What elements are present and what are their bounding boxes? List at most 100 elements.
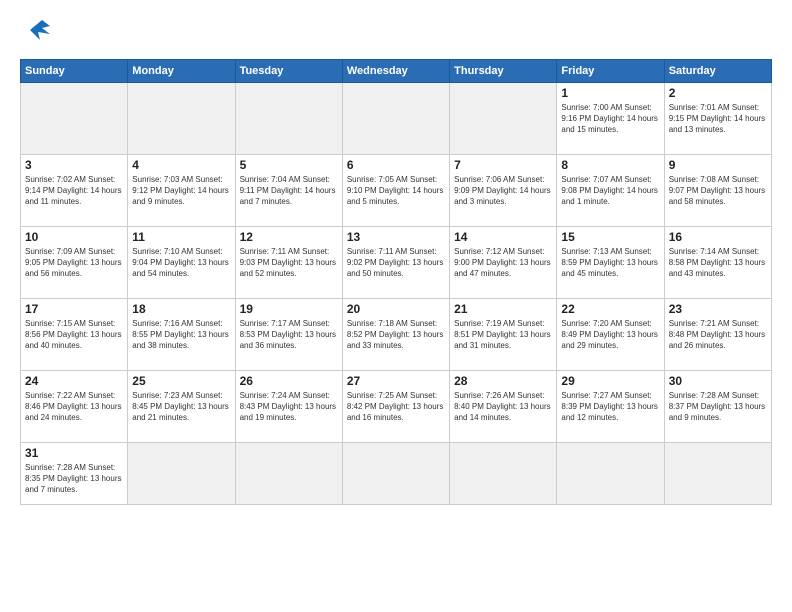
- calendar-cell: 19 Sunrise: 7:17 AM Sunset: 8:53 PM Dayli…: [235, 299, 342, 371]
- calendar-cell: 2Sunrise: 7:01 AM Sunset: 9:15 PM Daylig…: [664, 83, 771, 155]
- day-number: 26: [240, 374, 338, 388]
- weekday-header-friday: Friday: [557, 60, 664, 83]
- calendar-cell: 26 Sunrise: 7:24 AM Sunset: 8:43 PM Dayli…: [235, 371, 342, 443]
- calendar-cell: 29 Sunrise: 7:27 AM Sunset: 8:39 PM Dayli…: [557, 371, 664, 443]
- day-number: 11: [132, 230, 230, 244]
- day-info: Sunrise: 7:11 AM Sunset: 9:02 PM Dayligh…: [347, 246, 445, 280]
- calendar-cell: 10Sunrise: 7:09 AM Sunset: 9:05 PM Dayli…: [21, 227, 128, 299]
- calendar-cell: 13 Sunrise: 7:11 AM Sunset: 9:02 PM Dayli…: [342, 227, 449, 299]
- day-number: 4: [132, 158, 230, 172]
- calendar-cell: 4 Sunrise: 7:03 AM Sunset: 9:12 PM Daylig…: [128, 155, 235, 227]
- calendar-cell: 15 Sunrise: 7:13 AM Sunset: 8:59 PM Dayli…: [557, 227, 664, 299]
- calendar-cell: 16Sunrise: 7:14 AM Sunset: 8:58 PM Dayli…: [664, 227, 771, 299]
- calendar-week-row: 24 Sunrise: 7:22 AM Sunset: 8:46 PM Dayli…: [21, 371, 772, 443]
- calendar-cell: 21Sunrise: 7:19 AM Sunset: 8:51 PM Dayli…: [450, 299, 557, 371]
- day-info: Sunrise: 7:21 AM Sunset: 8:48 PM Dayligh…: [669, 318, 767, 352]
- weekday-header-row: SundayMondayTuesdayWednesdayThursdayFrid…: [21, 60, 772, 83]
- calendar-cell: 8 Sunrise: 7:07 AM Sunset: 9:08 PM Daylig…: [557, 155, 664, 227]
- day-number: 8: [561, 158, 659, 172]
- calendar-week-row: 31 Sunrise: 7:28 AM Sunset: 8:35 PM Dayli…: [21, 443, 772, 505]
- weekday-header-thursday: Thursday: [450, 60, 557, 83]
- day-info: Sunrise: 7:26 AM Sunset: 8:40 PM Dayligh…: [454, 390, 552, 424]
- calendar-cell: 30 Sunrise: 7:28 AM Sunset: 8:37 PM Dayli…: [664, 371, 771, 443]
- day-number: 23: [669, 302, 767, 316]
- calendar-cell: 11Sunrise: 7:10 AM Sunset: 9:04 PM Dayli…: [128, 227, 235, 299]
- calendar-cell: [235, 443, 342, 505]
- calendar-cell: 31 Sunrise: 7:28 AM Sunset: 8:35 PM Dayli…: [21, 443, 128, 505]
- calendar-cell: 27 Sunrise: 7:25 AM Sunset: 8:42 PM Dayli…: [342, 371, 449, 443]
- day-info: Sunrise: 7:27 AM Sunset: 8:39 PM Dayligh…: [561, 390, 659, 424]
- day-info: Sunrise: 7:19 AM Sunset: 8:51 PM Dayligh…: [454, 318, 552, 352]
- day-number: 31: [25, 446, 123, 460]
- calendar-cell: [342, 83, 449, 155]
- day-info: Sunrise: 7:14 AM Sunset: 8:58 PM Dayligh…: [669, 246, 767, 280]
- calendar-cell: 9Sunrise: 7:08 AM Sunset: 9:07 PM Daylig…: [664, 155, 771, 227]
- logo-bird-icon: [22, 16, 54, 44]
- header: [20, 16, 772, 49]
- day-number: 6: [347, 158, 445, 172]
- day-info: Sunrise: 7:22 AM Sunset: 8:46 PM Dayligh…: [25, 390, 123, 424]
- day-number: 14: [454, 230, 552, 244]
- calendar-cell: 3Sunrise: 7:02 AM Sunset: 9:14 PM Daylig…: [21, 155, 128, 227]
- day-number: 28: [454, 374, 552, 388]
- day-number: 20: [347, 302, 445, 316]
- day-number: 1: [561, 86, 659, 100]
- calendar-cell: [342, 443, 449, 505]
- day-number: 19: [240, 302, 338, 316]
- calendar-table: SundayMondayTuesdayWednesdayThursdayFrid…: [20, 59, 772, 505]
- day-info: Sunrise: 7:20 AM Sunset: 8:49 PM Dayligh…: [561, 318, 659, 352]
- day-info: Sunrise: 7:03 AM Sunset: 9:12 PM Dayligh…: [132, 174, 230, 208]
- day-number: 3: [25, 158, 123, 172]
- day-info: Sunrise: 7:16 AM Sunset: 8:55 PM Dayligh…: [132, 318, 230, 352]
- calendar-cell: [21, 83, 128, 155]
- weekday-header-tuesday: Tuesday: [235, 60, 342, 83]
- day-info: Sunrise: 7:23 AM Sunset: 8:45 PM Dayligh…: [132, 390, 230, 424]
- calendar-cell: [235, 83, 342, 155]
- day-info: Sunrise: 7:01 AM Sunset: 9:15 PM Dayligh…: [669, 102, 767, 136]
- day-number: 15: [561, 230, 659, 244]
- day-info: Sunrise: 7:07 AM Sunset: 9:08 PM Dayligh…: [561, 174, 659, 208]
- calendar-cell: 22 Sunrise: 7:20 AM Sunset: 8:49 PM Dayli…: [557, 299, 664, 371]
- calendar-week-row: 1Sunrise: 7:00 AM Sunset: 9:16 PM Daylig…: [21, 83, 772, 155]
- day-info: Sunrise: 7:04 AM Sunset: 9:11 PM Dayligh…: [240, 174, 338, 208]
- calendar-cell: [450, 443, 557, 505]
- calendar-week-row: 17Sunrise: 7:15 AM Sunset: 8:56 PM Dayli…: [21, 299, 772, 371]
- day-number: 9: [669, 158, 767, 172]
- day-info: Sunrise: 7:24 AM Sunset: 8:43 PM Dayligh…: [240, 390, 338, 424]
- day-number: 27: [347, 374, 445, 388]
- day-info: Sunrise: 7:11 AM Sunset: 9:03 PM Dayligh…: [240, 246, 338, 280]
- day-number: 22: [561, 302, 659, 316]
- day-number: 30: [669, 374, 767, 388]
- day-info: Sunrise: 7:28 AM Sunset: 8:37 PM Dayligh…: [669, 390, 767, 424]
- calendar-week-row: 3Sunrise: 7:02 AM Sunset: 9:14 PM Daylig…: [21, 155, 772, 227]
- weekday-header-sunday: Sunday: [21, 60, 128, 83]
- calendar-cell: 18Sunrise: 7:16 AM Sunset: 8:55 PM Dayli…: [128, 299, 235, 371]
- day-number: 24: [25, 374, 123, 388]
- calendar-cell: [128, 443, 235, 505]
- day-info: Sunrise: 7:25 AM Sunset: 8:42 PM Dayligh…: [347, 390, 445, 424]
- calendar-cell: [450, 83, 557, 155]
- calendar-cell: 20Sunrise: 7:18 AM Sunset: 8:52 PM Dayli…: [342, 299, 449, 371]
- day-info: Sunrise: 7:05 AM Sunset: 9:10 PM Dayligh…: [347, 174, 445, 208]
- calendar-cell: 28 Sunrise: 7:26 AM Sunset: 8:40 PM Dayli…: [450, 371, 557, 443]
- calendar-cell: 6 Sunrise: 7:05 AM Sunset: 9:10 PM Daylig…: [342, 155, 449, 227]
- calendar-cell: 1Sunrise: 7:00 AM Sunset: 9:16 PM Daylig…: [557, 83, 664, 155]
- day-number: 12: [240, 230, 338, 244]
- calendar-cell: 5 Sunrise: 7:04 AM Sunset: 9:11 PM Daylig…: [235, 155, 342, 227]
- day-number: 29: [561, 374, 659, 388]
- weekday-header-monday: Monday: [128, 60, 235, 83]
- day-number: 25: [132, 374, 230, 388]
- day-number: 13: [347, 230, 445, 244]
- calendar-cell: 14 Sunrise: 7:12 AM Sunset: 9:00 PM Dayli…: [450, 227, 557, 299]
- day-info: Sunrise: 7:12 AM Sunset: 9:00 PM Dayligh…: [454, 246, 552, 280]
- day-number: 7: [454, 158, 552, 172]
- day-info: Sunrise: 7:17 AM Sunset: 8:53 PM Dayligh…: [240, 318, 338, 352]
- day-info: Sunrise: 7:09 AM Sunset: 9:05 PM Dayligh…: [25, 246, 123, 280]
- day-number: 17: [25, 302, 123, 316]
- calendar-cell: 23 Sunrise: 7:21 AM Sunset: 8:48 PM Dayli…: [664, 299, 771, 371]
- logo: [20, 16, 54, 49]
- calendar-cell: 25 Sunrise: 7:23 AM Sunset: 8:45 PM Dayli…: [128, 371, 235, 443]
- day-info: Sunrise: 7:13 AM Sunset: 8:59 PM Dayligh…: [561, 246, 659, 280]
- day-info: Sunrise: 7:28 AM Sunset: 8:35 PM Dayligh…: [25, 462, 123, 496]
- day-number: 5: [240, 158, 338, 172]
